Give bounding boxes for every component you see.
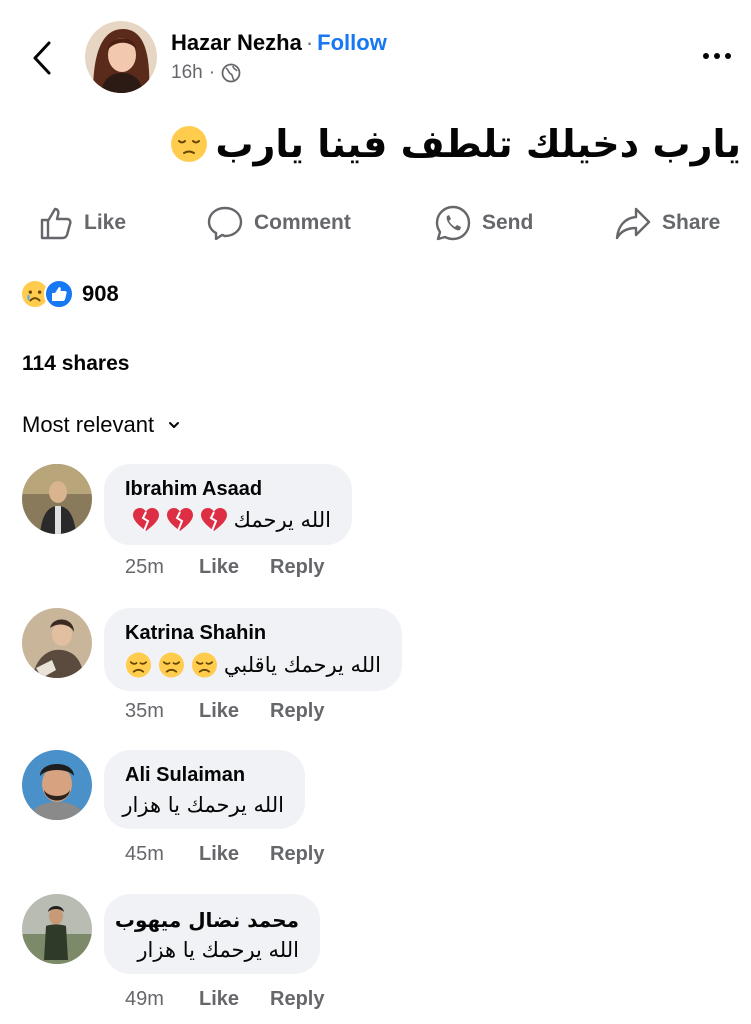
comment-bubble[interactable]: Ali Sulaiman الله يرحمك يا هزار xyxy=(104,750,305,829)
commenter-avatar[interactable] xyxy=(22,608,92,678)
post-header: Hazar Nezha · Follow 16h · xyxy=(0,0,751,110)
comment-like-button[interactable]: Like xyxy=(199,843,270,866)
comment-text: الله يرحمك يا هزار xyxy=(137,938,299,962)
meta-separator: · xyxy=(208,62,216,83)
comment-like-button[interactable]: Like xyxy=(199,988,270,1011)
comment-meta: 35m Like Reply xyxy=(125,700,324,723)
comment-text: الله يرحمك ياقلبي xyxy=(223,653,381,677)
like-button[interactable]: Like xyxy=(38,195,126,251)
globe-icon xyxy=(221,63,241,83)
share-button[interactable]: Share xyxy=(614,195,720,251)
shares-count[interactable]: 114 shares xyxy=(22,352,129,376)
comment-text: الله يرحمك xyxy=(233,508,331,532)
broken-heart-icon xyxy=(166,508,193,532)
more-dot-icon xyxy=(703,53,709,59)
follow-button[interactable]: Follow xyxy=(317,30,387,55)
chevron-left-icon xyxy=(33,41,51,75)
more-dot-icon xyxy=(725,53,731,59)
comment-text-row: الله يرحمك يا هزار xyxy=(125,938,299,962)
comment-time[interactable]: 35m xyxy=(125,700,199,723)
comment-text-row: الله يرحمك يا هزار xyxy=(122,793,284,817)
comment-reply-button[interactable]: Reply xyxy=(270,700,324,723)
post-time[interactable]: 16h xyxy=(171,62,203,84)
post-actions: Like Comment Send Share xyxy=(0,195,751,251)
share-label: Share xyxy=(662,211,721,234)
reaction-count: 908 xyxy=(82,281,119,306)
comment-time[interactable]: 45m xyxy=(125,843,199,866)
commenter-name[interactable]: محمد نضال ميهوب xyxy=(115,908,299,932)
comment-reply-button[interactable]: Reply xyxy=(270,556,324,579)
commenter-name[interactable]: Ibrahim Asaad xyxy=(125,478,331,501)
comment-reply-button[interactable]: Reply xyxy=(270,843,324,866)
comment-like-button[interactable]: Like xyxy=(199,556,270,579)
author-avatar[interactable] xyxy=(85,21,157,93)
more-options-button[interactable] xyxy=(695,38,739,74)
comment-text: الله يرحمك يا هزار xyxy=(122,793,284,817)
disappointed-face-icon xyxy=(125,652,152,678)
chevron-down-icon xyxy=(169,422,180,428)
disappointed-face-icon xyxy=(191,652,217,678)
comment-time[interactable]: 49m xyxy=(125,988,199,1011)
commenter-name[interactable]: Katrina Shahin xyxy=(125,622,381,645)
comment-icon xyxy=(207,206,243,241)
author-name[interactable]: Hazar Nezha xyxy=(171,30,302,55)
author-line: Hazar Nezha · Follow xyxy=(171,30,387,56)
whatsapp-icon xyxy=(435,205,471,241)
reactions-summary[interactable]: 908 xyxy=(20,278,119,310)
comment-text-row: الله يرحمك xyxy=(125,507,331,533)
comment-like-button[interactable]: Like xyxy=(199,700,270,723)
thumbs-up-reaction-icon xyxy=(44,279,74,309)
disappointed-face-icon xyxy=(158,652,184,678)
comment-text-row: الله يرحمك ياقلبي xyxy=(125,651,381,679)
comment-bubble[interactable]: Ibrahim Asaad الله يرحمك xyxy=(104,464,352,545)
like-label: Like xyxy=(84,211,127,234)
post-body: يارب دخيلك تلطف فينا يارب xyxy=(21,122,741,166)
commenter-avatar[interactable] xyxy=(22,894,92,964)
comment-time[interactable]: 25m xyxy=(125,556,199,579)
post-text: يارب دخيلك تلطف فينا يارب xyxy=(215,122,741,166)
thumbs-up-icon xyxy=(40,207,72,240)
name-separator: · xyxy=(305,30,314,55)
share-icon xyxy=(615,207,651,240)
comment-meta: 45m Like Reply xyxy=(125,843,324,866)
comment-bubble[interactable]: Katrina Shahin الله يرحمك ياقلبي xyxy=(104,608,402,691)
broken-heart-icon xyxy=(132,508,159,532)
send-label: Send xyxy=(482,211,534,234)
sort-label: Most relevant xyxy=(22,412,155,437)
commenter-avatar[interactable] xyxy=(22,750,92,820)
comment-meta: 25m Like Reply xyxy=(125,556,324,579)
commenter-name[interactable]: Ali Sulaiman xyxy=(125,764,284,787)
more-dot-icon xyxy=(714,53,720,59)
comment-label: Comment xyxy=(254,211,351,234)
comment-button[interactable]: Comment xyxy=(206,195,351,251)
pensive-face-icon xyxy=(171,126,208,162)
back-button[interactable] xyxy=(24,36,60,80)
broken-heart-icon xyxy=(200,508,227,532)
send-button[interactable]: Send xyxy=(434,195,533,251)
comment-reply-button[interactable]: Reply xyxy=(270,988,324,1011)
commenter-avatar[interactable] xyxy=(22,464,92,534)
comment-bubble[interactable]: محمد نضال ميهوب الله يرحمك يا هزار xyxy=(104,894,320,974)
comment-meta: 49m Like Reply xyxy=(125,988,324,1011)
post-meta: 16h · xyxy=(171,62,241,84)
comment-sort-dropdown[interactable]: Most relevant xyxy=(22,412,180,438)
